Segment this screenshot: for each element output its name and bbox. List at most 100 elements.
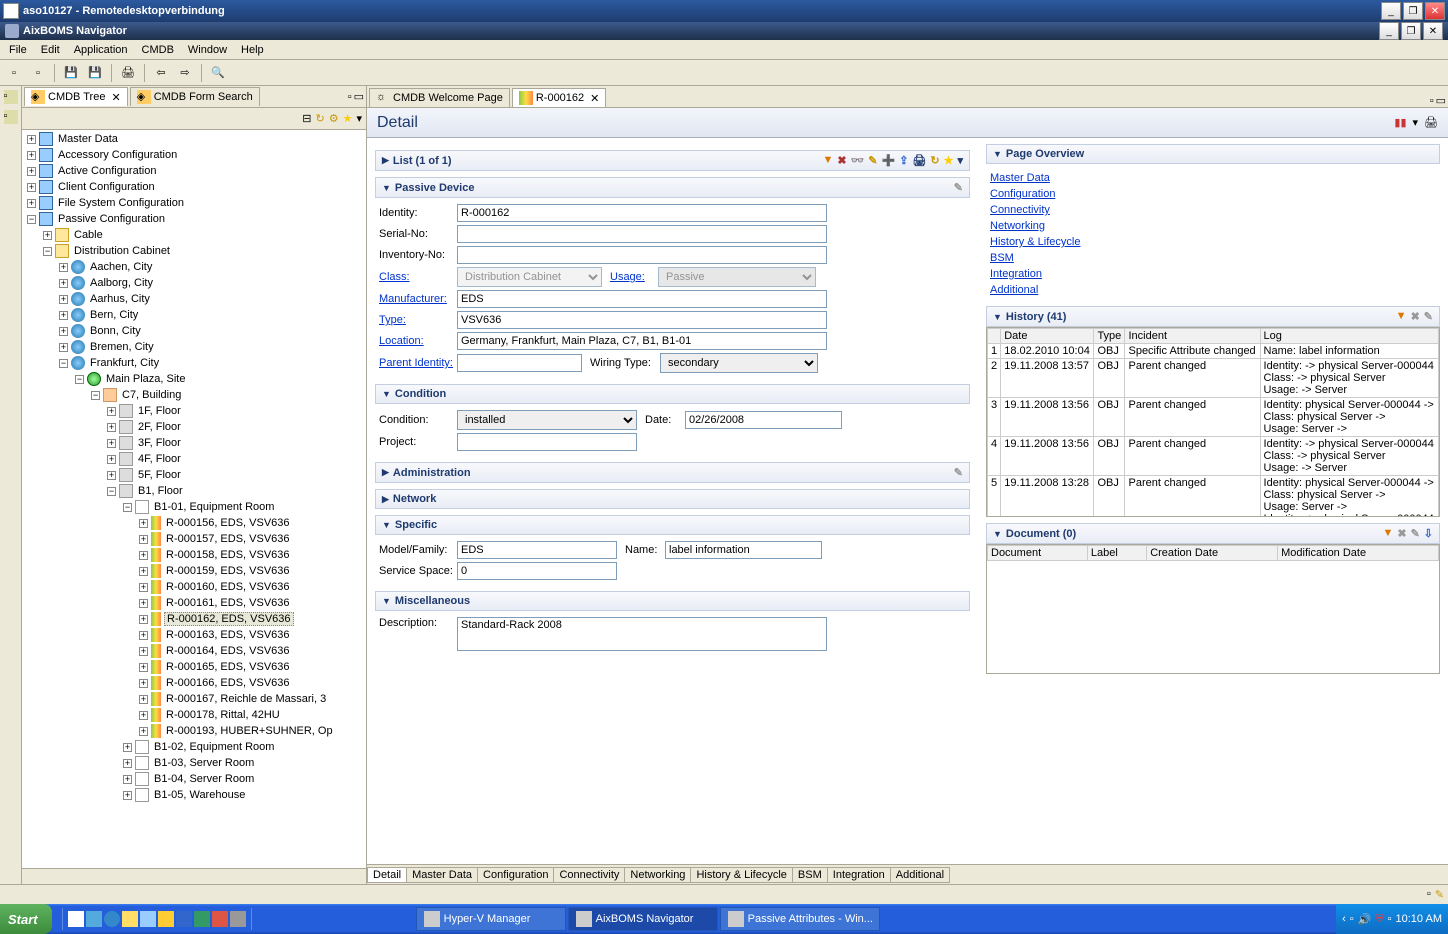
menu-window[interactable]: Window	[181, 42, 234, 58]
tree-toggle-icon[interactable]: +	[107, 407, 116, 416]
history-row[interactable]: 2 19.11.2008 13:57 OBJ Parent changed Id…	[988, 359, 1439, 398]
document-column-header[interactable]: Label	[1087, 546, 1146, 561]
editor-maximize-icon[interactable]: ▭	[1436, 94, 1446, 107]
pencil-icon[interactable]: ✎	[1424, 310, 1433, 323]
tree-item[interactable]: + R-000160, EDS, VSV636	[23, 579, 365, 595]
tree-item[interactable]: + R-000158, EDS, VSV636	[23, 547, 365, 563]
document-column-header[interactable]: Document	[988, 546, 1088, 561]
document-column-header[interactable]: Creation Date	[1147, 546, 1278, 561]
tree-toggle-icon[interactable]: −	[107, 487, 116, 496]
tree-toggle-icon[interactable]: +	[139, 647, 148, 656]
tree-toggle-icon[interactable]: +	[123, 791, 132, 800]
tree-item[interactable]: + R-000156, EDS, VSV636	[23, 515, 365, 531]
menu-help[interactable]: Help	[234, 42, 271, 58]
section-passive-device[interactable]: ▼ Passive Device ✎	[375, 177, 970, 198]
menu-edit[interactable]: Edit	[34, 42, 67, 58]
identity-field[interactable]	[457, 204, 827, 222]
menu-cmdb[interactable]: CMDB	[135, 42, 181, 58]
tree-toggle-icon[interactable]: +	[123, 759, 132, 768]
tree-toggle-icon[interactable]: +	[139, 519, 148, 528]
tool-x-icon[interactable]: ✖	[837, 154, 846, 167]
label-class[interactable]: Class:	[379, 271, 457, 283]
tree-toggle-icon[interactable]: +	[59, 343, 68, 352]
description-field[interactable]: Standard-Rack 2008	[457, 617, 827, 651]
tree-item[interactable]: + R-000178, Rittal, 42HU	[23, 707, 365, 723]
tree-item[interactable]: − B1, Floor	[23, 483, 365, 499]
section-condition[interactable]: ▼ Condition	[375, 384, 970, 404]
rdp-close-button[interactable]: ✕	[1425, 2, 1445, 20]
ql-ie-icon[interactable]	[104, 911, 120, 927]
bottom-tab[interactable]: BSM	[792, 867, 828, 883]
tree-item[interactable]: + B1-02, Equipment Room	[23, 739, 365, 755]
tree-item[interactable]: + B1-03, Server Room	[23, 755, 365, 771]
tab-r000162[interactable]: R-000162 ✕	[512, 88, 607, 107]
tb-search-icon[interactable]: 🔍	[207, 62, 229, 84]
tab-maximize-icon[interactable]: ▭	[354, 90, 364, 103]
history-column-header[interactable]	[988, 329, 1001, 344]
section-miscellaneous[interactable]: ▼ Miscellaneous	[375, 591, 970, 611]
tree-item[interactable]: + Bremen, City	[23, 339, 365, 355]
taskbar-item[interactable]: Hyper-V Manager	[416, 907, 566, 931]
tree-toggle-icon[interactable]: +	[59, 311, 68, 320]
tree-toggle-icon[interactable]: +	[139, 727, 148, 736]
tree-toggle-icon[interactable]: +	[59, 263, 68, 272]
tree-toggle-icon[interactable]: +	[139, 583, 148, 592]
tree-toggle-icon[interactable]: +	[59, 327, 68, 336]
collapse-all-icon[interactable]: ⊟	[302, 112, 311, 125]
tree-toggle-icon[interactable]: +	[107, 455, 116, 464]
tool-x-icon[interactable]: ✖	[1397, 527, 1406, 540]
tree-toggle-icon[interactable]: +	[107, 423, 116, 432]
rdp-maximize-button[interactable]: ❐	[1403, 2, 1423, 20]
tree-toggle-icon[interactable]: +	[123, 775, 132, 784]
app-close-button[interactable]: ✕	[1423, 22, 1443, 40]
star-icon[interactable]: ★	[944, 154, 954, 167]
tree-toggle-icon[interactable]: −	[43, 247, 52, 256]
tree-item[interactable]: + 5F, Floor	[23, 467, 365, 483]
editor-minimize-icon[interactable]: ▫	[1430, 95, 1434, 107]
page-overview-link[interactable]: Additional	[990, 282, 1436, 298]
tree-item[interactable]: − Passive Configuration	[23, 211, 365, 227]
import-icon[interactable]: ⇩	[1424, 527, 1433, 540]
tree-item[interactable]: + Bonn, City	[23, 323, 365, 339]
page-overview-link[interactable]: Configuration	[990, 186, 1436, 202]
tree-toggle-icon[interactable]: +	[123, 743, 132, 752]
tree-toggle-icon[interactable]: +	[139, 551, 148, 560]
history-column-header[interactable]: Type	[1094, 329, 1125, 344]
menu-file[interactable]: File	[2, 42, 34, 58]
pencil-icon[interactable]: ✎	[954, 181, 963, 194]
page-overview-link[interactable]: Master Data	[990, 170, 1436, 186]
tree-item[interactable]: − Distribution Cabinet	[23, 243, 365, 259]
tree-item[interactable]: + Active Configuration	[23, 163, 365, 179]
name-field[interactable]	[665, 541, 822, 559]
bottom-tab[interactable]: Integration	[827, 867, 891, 883]
tool-x-icon[interactable]: ✖	[1411, 310, 1420, 323]
page-overview-link[interactable]: Networking	[990, 218, 1436, 234]
tree-item[interactable]: + R-000162, EDS, VSV636	[23, 611, 365, 627]
refresh-icon[interactable]: ↻	[316, 112, 325, 125]
tab-welcome-page[interactable]: ☼ CMDB Welcome Page	[369, 88, 510, 107]
tree-item[interactable]: − B1-01, Equipment Room	[23, 499, 365, 515]
section-network[interactable]: ▶ Network	[375, 489, 970, 509]
tree-item[interactable]: + File System Configuration	[23, 195, 365, 211]
taskbar-item[interactable]: Passive Attributes - Win...	[720, 907, 880, 931]
tb-open-icon[interactable]: ▫	[27, 62, 49, 84]
tree-item[interactable]: + Accessory Configuration	[23, 147, 365, 163]
label-type[interactable]: Type:	[379, 314, 457, 326]
inventory-field[interactable]	[457, 246, 827, 264]
tree-item[interactable]: + 1F, Floor	[23, 403, 365, 419]
history-row[interactable]: 4 19.11.2008 13:56 OBJ Parent changed Id…	[988, 437, 1439, 476]
menu-dropdown-icon[interactable]: ▾	[356, 112, 362, 125]
cycle-icon[interactable]: ↻	[930, 154, 939, 167]
tree-toggle-icon[interactable]: +	[27, 183, 36, 192]
tree-item[interactable]: + 4F, Floor	[23, 451, 365, 467]
tb-save-icon[interactable]: 💾	[60, 62, 82, 84]
service-space-field[interactable]	[457, 562, 617, 580]
tree-toggle-icon[interactable]: +	[139, 631, 148, 640]
tb-forward-icon[interactable]: ⇨	[174, 62, 196, 84]
tree-item[interactable]: − C7, Building	[23, 387, 365, 403]
tree-toggle-icon[interactable]: +	[107, 439, 116, 448]
history-column-header[interactable]: Log	[1260, 329, 1438, 344]
app-minimize-button[interactable]: _	[1379, 22, 1399, 40]
bottom-tab[interactable]: History & Lifecycle	[690, 867, 792, 883]
tab-cmdb-tree-close-icon[interactable]: ✕	[111, 91, 120, 104]
